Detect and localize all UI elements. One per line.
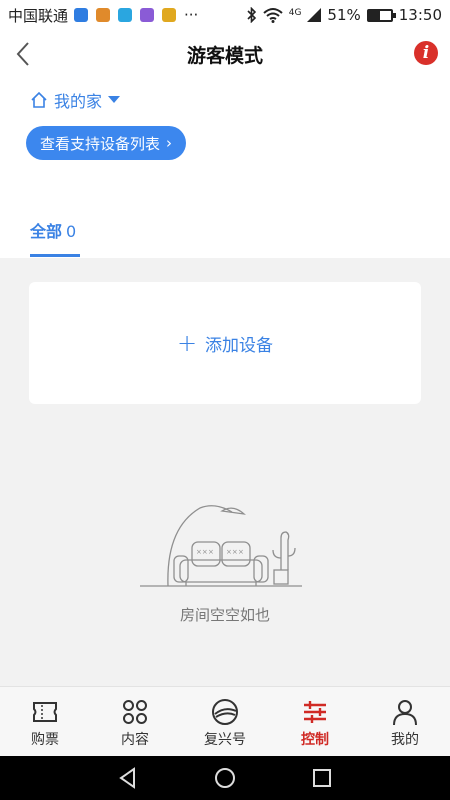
home-section: 我的家 查看支持设备列表 › 全部 0 — [0, 78, 450, 258]
empty-room-illustration: ×× × ×× × — [140, 505, 302, 587]
signal-icon — [307, 8, 322, 22]
nav-label: 复兴号 — [204, 732, 246, 748]
svg-text:×: × — [238, 548, 244, 556]
battery-icon — [366, 8, 396, 22]
notification-app-icon — [140, 8, 155, 22]
system-nav-bar — [0, 756, 450, 800]
wifi-icon — [263, 8, 283, 23]
person-icon — [393, 700, 417, 726]
bluetooth-icon — [247, 7, 256, 23]
add-device-label: 添加设备 — [205, 335, 274, 356]
grid-icon — [123, 700, 147, 724]
ticket-icon — [33, 702, 57, 722]
caret-down-icon — [108, 96, 121, 103]
more-icon: ··· — [184, 6, 199, 24]
support-devices-button[interactable]: 查看支持设备列表 › — [26, 126, 187, 160]
carrier-label: 中国联通 — [8, 6, 69, 25]
tab-all-label: 全部 — [30, 222, 63, 241]
chevron-left-icon[interactable] — [12, 38, 36, 70]
info-icon[interactable]: i — [414, 41, 438, 65]
home-name: 我的家 — [54, 92, 103, 111]
battery-percent: 51% — [327, 6, 361, 24]
nav-label: 我的 — [391, 732, 419, 748]
status-bar: 中国联通 ··· 4G 51% 13:50 — [0, 0, 450, 30]
plus-icon: + — [176, 329, 198, 357]
sliders-icon — [304, 701, 326, 723]
support-devices-label: 查看支持设备列表 — [40, 134, 161, 153]
train-icon — [212, 699, 238, 725]
svg-text:××: ×× — [226, 548, 238, 556]
tab-indicator — [30, 254, 80, 257]
home-icon — [31, 91, 47, 108]
home-circle-icon[interactable] — [213, 766, 237, 790]
network-label: 4G — [288, 8, 302, 18]
notification-app-icon — [96, 8, 111, 22]
svg-text:××: ×× — [196, 548, 208, 556]
svg-text:×: × — [208, 548, 214, 556]
nav-label: 购票 — [31, 732, 59, 748]
nav-item-ticket[interactable]: 购票 — [0, 687, 90, 756]
header: 游客模式 i — [0, 30, 450, 78]
notification-app-icon — [118, 8, 133, 22]
tab-all-count: 0 — [66, 222, 77, 241]
notification-app-icon — [162, 8, 177, 22]
nav-item-control[interactable]: 控制 — [270, 687, 360, 756]
notification-app-icon — [74, 8, 89, 22]
nav-label: 内容 — [121, 732, 149, 748]
bottom-nav: 购票 内容 复兴号 控制 我的 — [0, 686, 450, 756]
nav-item-mine[interactable]: 我的 — [360, 687, 450, 756]
recents-square-icon[interactable] — [310, 766, 334, 790]
home-selector[interactable]: 我的家 — [30, 88, 121, 112]
chevron-right-icon: › — [166, 134, 173, 152]
page-title: 游客模式 — [186, 44, 263, 67]
back-triangle-icon[interactable] — [116, 766, 140, 790]
time: 13:50 — [398, 6, 442, 24]
nav-item-fuxinghao[interactable]: 复兴号 — [180, 687, 270, 756]
nav-item-content[interactable]: 内容 — [90, 687, 180, 756]
nav-label: 控制 — [301, 732, 329, 748]
tab-all[interactable]: 全部 0 — [30, 218, 76, 242]
add-device-button[interactable]: + 添加设备 — [29, 282, 421, 404]
empty-state-text: 房间空空如也 — [179, 606, 270, 624]
